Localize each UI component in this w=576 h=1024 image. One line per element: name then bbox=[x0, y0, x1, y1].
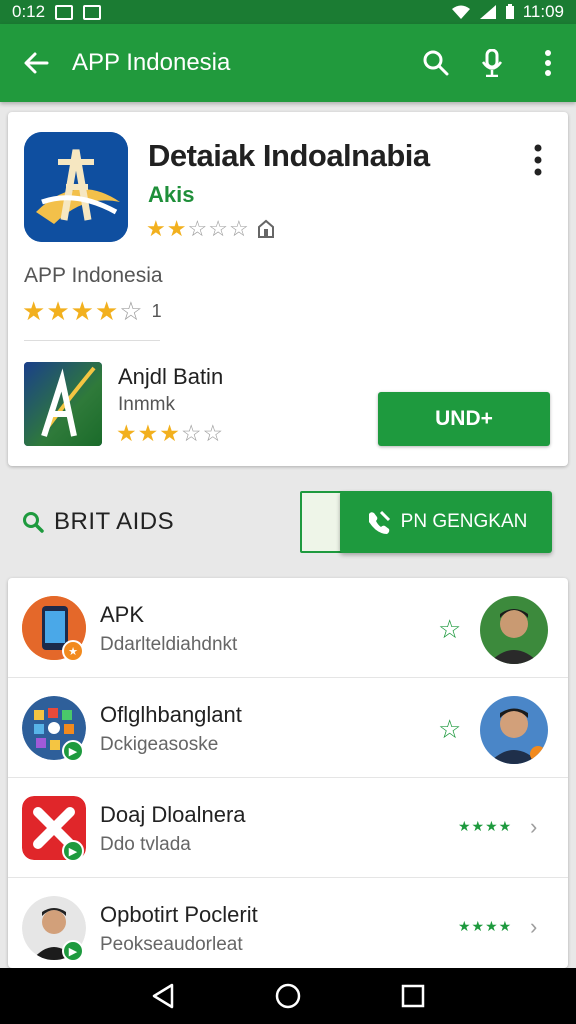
content-rating-icon bbox=[257, 219, 274, 238]
list-item-subtitle: Peokseaudorleat bbox=[100, 934, 243, 955]
app-title: Detaiak Indoalnabia bbox=[148, 138, 430, 173]
app-bar-title: APP Indonesia bbox=[72, 49, 231, 76]
related-app-icon[interactable] bbox=[24, 362, 102, 446]
nav-back-button[interactable] bbox=[143, 976, 183, 1016]
status-time-left: 0:12 bbox=[12, 2, 46, 21]
mic-icon bbox=[481, 49, 503, 77]
app-bar: APP Indonesia bbox=[0, 24, 576, 102]
square-recents-icon bbox=[402, 984, 425, 1008]
star-icon: ★ bbox=[137, 420, 159, 446]
overflow-menu-button[interactable] bbox=[520, 24, 576, 102]
list-item-title: Doaj Dloalnera bbox=[100, 802, 246, 827]
list-item-badge: ▶ bbox=[62, 840, 84, 862]
publisher-rating: ★ ★ ★ ★ ☆ 1 bbox=[22, 298, 162, 324]
list-item-subtitle: Ddarlteldiahdnkt bbox=[100, 634, 238, 655]
list-item-badge: ▶ bbox=[62, 940, 84, 962]
list-item[interactable]: ▶ Opbotirt Poclerit Peokseaudorleat ★★★★… bbox=[8, 878, 568, 978]
star-icon: ★ bbox=[70, 296, 94, 326]
person-avatar-icon bbox=[480, 596, 548, 664]
nav-recents-button[interactable] bbox=[393, 976, 433, 1016]
app-list: ★ APK Ddarlteldiahdnkt ☆ ▶ Oflglhbanglan… bbox=[8, 578, 568, 968]
chevron-right-icon[interactable]: › bbox=[530, 814, 537, 840]
list-item[interactable]: ▶ Oflglhbanglant Dckigeasoske ☆ bbox=[8, 678, 568, 778]
phone-icon bbox=[368, 510, 390, 534]
star-icon: ★ bbox=[22, 296, 46, 326]
publisher-rating-count: 1 bbox=[151, 300, 162, 321]
search-icon bbox=[423, 50, 449, 76]
star-icon: ★ bbox=[46, 296, 70, 326]
star-icon: ☆ bbox=[208, 216, 228, 241]
triangle-back-icon bbox=[152, 983, 173, 1009]
divider bbox=[24, 340, 160, 341]
related-app-rating: ★ ★ ★ ☆ ☆ bbox=[116, 422, 223, 445]
signal-icon bbox=[479, 5, 496, 19]
notification-photo-icon bbox=[83, 4, 102, 20]
back-arrow-icon bbox=[24, 52, 49, 74]
app-rating: ★ ★ ☆ ☆ ☆ bbox=[146, 218, 276, 240]
star-icon: ☆ bbox=[180, 420, 202, 446]
mic-button[interactable] bbox=[464, 24, 520, 102]
list-item-title: APK bbox=[100, 602, 145, 627]
back-button[interactable] bbox=[0, 24, 72, 102]
nav-home-button[interactable] bbox=[268, 976, 308, 1016]
section-label: BRIT AIDS bbox=[54, 508, 175, 535]
star-icon: ☆ bbox=[187, 216, 208, 241]
section-header: BRIT AIDS PN GENGKAN bbox=[0, 482, 576, 562]
app-logo-icon bbox=[24, 132, 128, 242]
status-bar: 0:12 11:09 bbox=[0, 0, 576, 24]
rating-stars-icon: ★★★★ bbox=[458, 818, 513, 834]
list-item-badge: ▶ bbox=[62, 740, 84, 762]
wifi-icon bbox=[451, 5, 470, 19]
status-time-right: 11:09 bbox=[522, 2, 564, 21]
battery-icon bbox=[505, 4, 514, 19]
app-icon[interactable] bbox=[24, 132, 128, 242]
rating-stars-icon: ★★★★ bbox=[458, 918, 513, 934]
person-avatar-icon bbox=[480, 696, 548, 764]
star-icon: ★ bbox=[146, 216, 166, 241]
related-app-subtitle: Inmmk bbox=[118, 394, 175, 415]
list-item-subtitle: Ddo tvlada bbox=[100, 834, 191, 855]
star-icon: ★ bbox=[94, 296, 119, 326]
star-icon: ★ bbox=[116, 420, 137, 446]
notification-image-icon bbox=[55, 4, 74, 20]
list-item-subtitle: Dckigeasoske bbox=[100, 734, 219, 755]
list-item-badge: ★ bbox=[62, 640, 84, 662]
more-vert-icon bbox=[534, 144, 542, 176]
install-button[interactable]: UND+ bbox=[378, 392, 550, 446]
section-title: BRIT AIDS bbox=[22, 508, 174, 536]
list-item-title: Oflglhbanglant bbox=[100, 702, 242, 727]
search-button[interactable] bbox=[408, 24, 464, 102]
favorite-star-icon[interactable]: ☆ bbox=[438, 714, 461, 745]
list-item-title: Opbotirt Poclerit bbox=[100, 902, 258, 927]
star-icon: ☆ bbox=[202, 420, 224, 446]
star-icon: ★ bbox=[159, 420, 180, 446]
search-icon bbox=[23, 512, 44, 533]
section-action-label: PN GENGKAN bbox=[400, 511, 528, 532]
app-detail-card: Detaiak Indoalnabia Akis ★ ★ ☆ ☆ ☆ APP I… bbox=[8, 112, 568, 466]
star-icon: ★ bbox=[166, 216, 187, 241]
circle-home-icon bbox=[275, 983, 301, 1009]
app-overflow-button[interactable] bbox=[526, 140, 550, 180]
system-nav-bar bbox=[0, 968, 576, 1024]
app-subtitle: Akis bbox=[148, 182, 195, 207]
favorite-star-icon[interactable]: ☆ bbox=[438, 614, 461, 645]
star-icon: ☆ bbox=[228, 216, 249, 241]
publisher-label: APP Indonesia bbox=[24, 264, 163, 287]
list-item[interactable]: ★ APK Ddarlteldiahdnkt ☆ bbox=[8, 578, 568, 678]
avatar bbox=[480, 596, 548, 664]
section-action-button[interactable]: PN GENGKAN bbox=[340, 491, 552, 553]
avatar bbox=[480, 696, 548, 764]
star-icon: ☆ bbox=[119, 296, 143, 326]
chevron-right-icon[interactable]: › bbox=[530, 914, 537, 940]
more-vert-icon bbox=[545, 50, 551, 76]
related-app-title: Anjdl Batin bbox=[118, 364, 224, 389]
related-app-logo-icon bbox=[24, 362, 102, 446]
list-item[interactable]: ▶ Doaj Dloalnera Ddo tvlada ★★★★ › bbox=[8, 778, 568, 878]
